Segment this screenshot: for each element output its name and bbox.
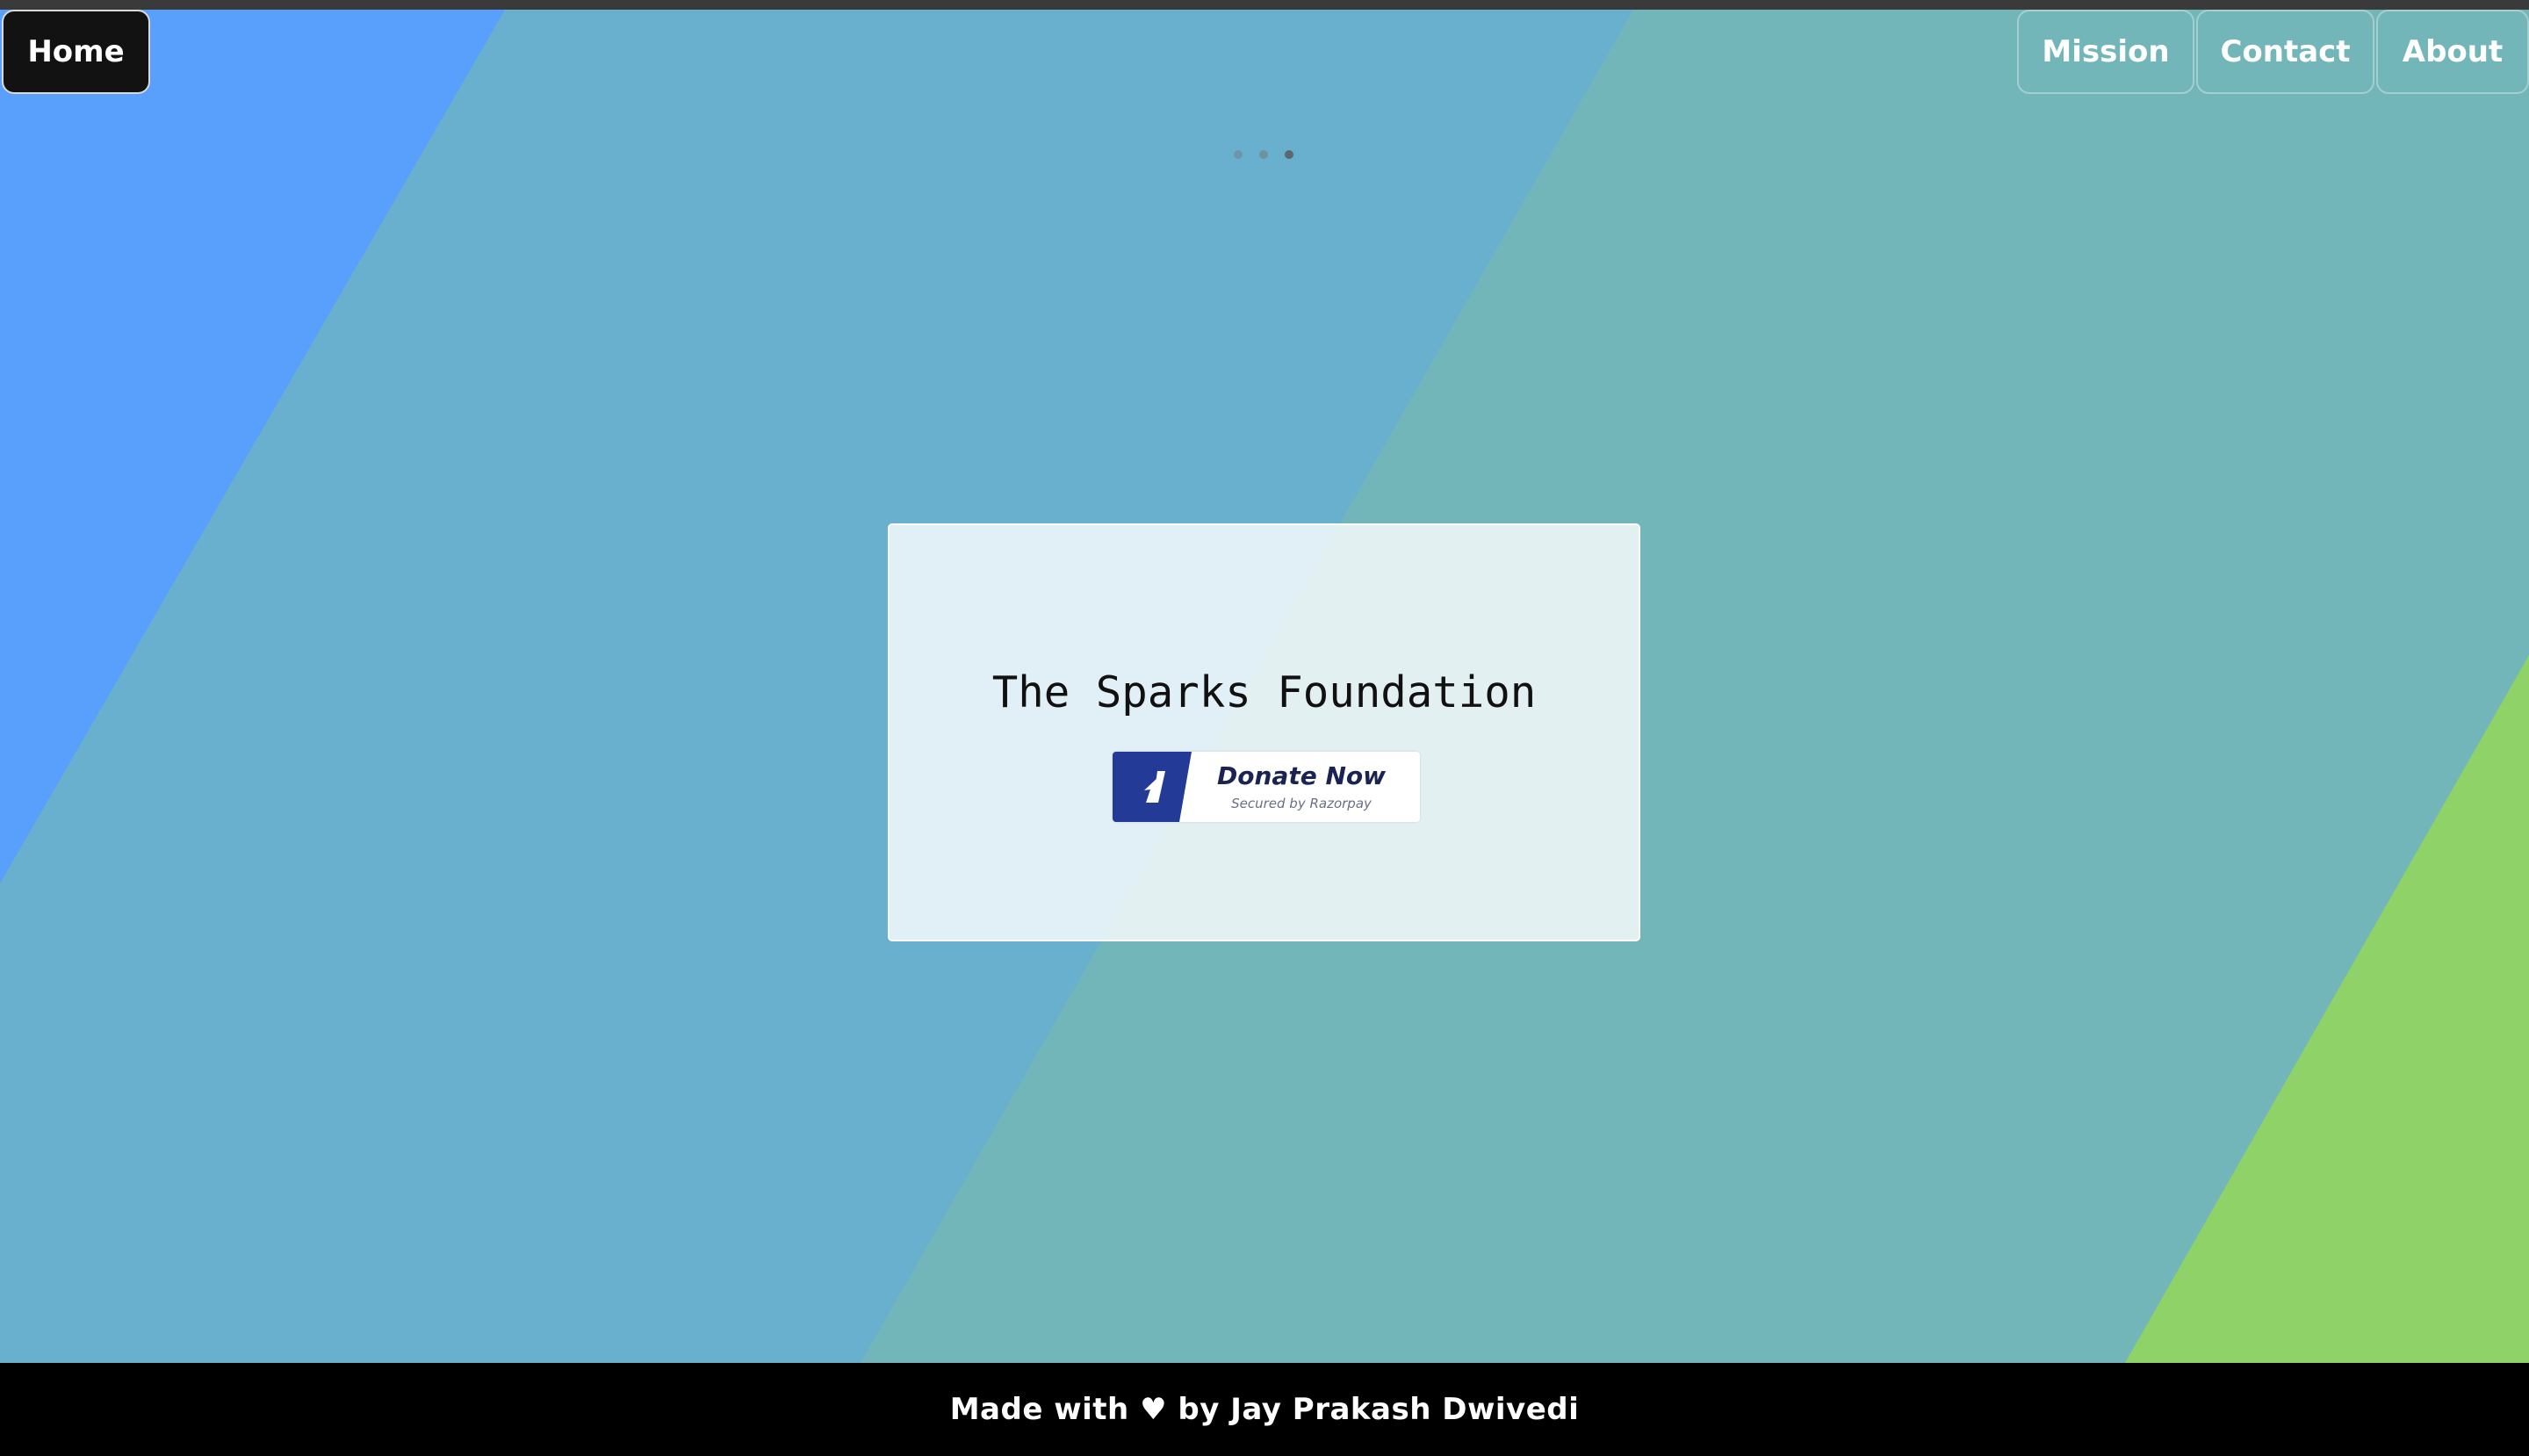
secured-by-label: Secured by Razorpay xyxy=(1231,796,1372,811)
contact-nav-button[interactable]: Contact xyxy=(2196,10,2374,94)
carousel-indicators xyxy=(1229,146,1300,163)
page: Home Mission Contact About The Sparks Fo… xyxy=(0,0,2529,1456)
main-card: The Sparks Foundation Donate Now Secured… xyxy=(888,523,1640,941)
card-title: The Sparks Foundation xyxy=(991,667,1537,717)
footer: Made with ♥ by Jay Prakash Dwivedi xyxy=(0,1363,2529,1456)
razorpay-logo-icon xyxy=(1113,752,1200,822)
carousel-dot-active[interactable] xyxy=(1285,150,1293,159)
donate-now-button[interactable]: Donate Now Secured by Razorpay xyxy=(1113,752,1420,822)
carousel-dot[interactable] xyxy=(1234,150,1243,159)
footer-credit: Made with ♥ by Jay Prakash Dwivedi xyxy=(949,1392,1580,1427)
mission-nav-button[interactable]: Mission xyxy=(2017,10,2194,94)
donate-now-label: Donate Now xyxy=(1217,761,1386,790)
carousel-dot[interactable] xyxy=(1259,150,1268,159)
browser-top-strip xyxy=(0,0,2529,10)
home-nav-button[interactable]: Home xyxy=(2,10,150,94)
about-nav-button[interactable]: About xyxy=(2376,10,2529,94)
